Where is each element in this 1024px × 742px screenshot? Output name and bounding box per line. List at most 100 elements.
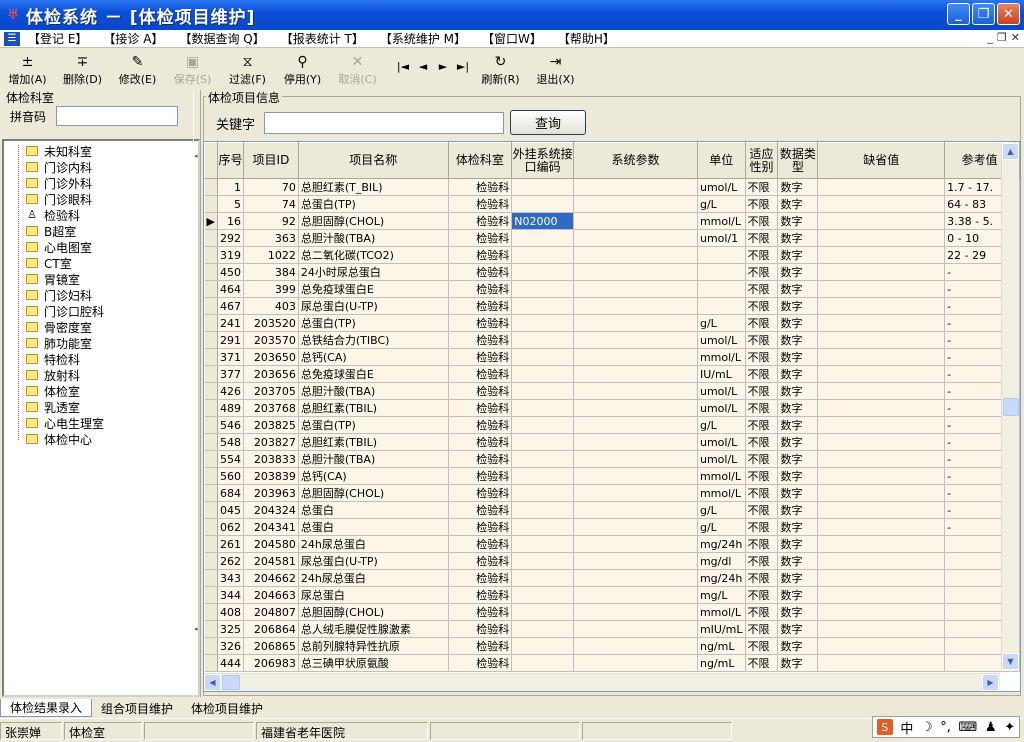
cell-col-2[interactable]: 总胆红素(T_BIL) [298,178,449,196]
cell-col-5[interactable] [573,586,698,604]
cell-col-3[interactable]: 检验科 [448,297,513,315]
cell-col-4[interactable] [511,416,575,434]
table-row[interactable]: 291 203570 总铁结合力(TIBC) 检验科 umol/L 不限 数字 - [204,331,1020,349]
cell-col-5[interactable] [573,467,698,485]
dept-item-0[interactable]: 未知科室 [4,143,198,159]
dept-item-10[interactable]: 门诊口腔科 [4,303,198,319]
table-row[interactable]: 546 203825 总蛋白(TP) 检验科 g/L 不限 数字 - [204,416,1020,434]
cell-col-6[interactable]: umol/L [697,433,746,451]
cell-col-5[interactable] [573,365,698,383]
col-header-3[interactable]: 体检科室 [447,142,513,179]
tab-1[interactable]: 组合项目维护 [92,699,182,717]
cell-col-8[interactable]: 数字 [777,433,819,451]
table-row[interactable]: 548 203827 总胆红素(TBIL) 检验科 umol/L 不限 数字 - [204,433,1020,451]
cell-col-9[interactable] [817,331,946,349]
cell-col-8[interactable]: 数字 [777,620,819,638]
cell-col-6[interactable]: mg/24h [697,535,746,553]
cell-col-9[interactable] [817,195,946,213]
cell-col-0[interactable]: 489 [217,399,244,417]
cell-col-2[interactable]: 总蛋白(TP) [298,416,449,434]
cell-col-5[interactable] [573,535,698,553]
cell-col-5[interactable] [573,433,698,451]
cell-col-5[interactable] [573,552,698,570]
cell-col-0[interactable]: 262 [217,552,244,570]
cell-col-6[interactable] [697,280,746,298]
horizontal-scroll-thumb[interactable] [222,675,240,690]
col-header-0[interactable]: 序号 [216,142,244,179]
cell-col-5[interactable] [573,654,698,672]
cell-col-5[interactable] [573,620,698,638]
toolbar-button-5[interactable]: ⚲ 停用(Y) [275,50,330,88]
close-button[interactable]: ✕ [997,3,1020,25]
cell-col-2[interactable]: 总免疫球蛋白E [298,365,449,383]
table-row[interactable]: 343 204662 24h尿总蛋白 检验科 mg/24h 不限 数字 [204,569,1020,587]
cell-col-6[interactable]: umol/L [697,382,746,400]
col-header-6[interactable]: 单位 [696,142,746,179]
cell-col-0[interactable]: 5 [217,195,244,213]
cell-col-9[interactable] [817,229,946,247]
cell-col-4[interactable] [511,484,575,502]
cell-col-7[interactable]: 不限 [745,484,779,502]
cell-col-5[interactable] [573,569,698,587]
table-row[interactable]: 371 203650 总钙(CA) 检验科 mmol/L 不限 数字 - [204,348,1020,366]
dept-item-13[interactable]: 特检科 [4,351,198,367]
cell-col-7[interactable]: 不限 [745,212,779,230]
vertical-scroll-thumb[interactable] [1003,398,1019,416]
table-row[interactable]: 408 204807 总胆固醇(CHOL) 检验科 mmol/L 不限 数字 [204,603,1020,621]
toolbar-button-4[interactable]: ⧖ 过滤(F) [220,50,275,88]
cell-col-3[interactable]: 检验科 [448,178,513,196]
cell-col-9[interactable] [817,569,946,587]
cell-col-7[interactable]: 不限 [745,620,779,638]
menu-item-3[interactable]: 【报表统计 T】 [277,30,376,47]
cell-col-3[interactable]: 检验科 [448,195,513,213]
cell-col-2[interactable]: 总铁结合力(TIBC) [298,331,449,349]
cell-col-2[interactable]: 尿总蛋白(U-TP) [298,297,449,315]
cell-col-4[interactable] [511,399,575,417]
table-row[interactable]: 5 74 总蛋白(TP) 检验科 g/L 不限 数字 64 - 83 [204,195,1020,213]
dept-item-4[interactable]: ♙ 检验科 [4,207,198,223]
cell-col-6[interactable]: mg/dl [697,552,746,570]
cell-col-5[interactable] [573,246,698,264]
cell-col-3[interactable]: 检验科 [448,382,513,400]
cell-col-3[interactable]: 检验科 [448,569,513,587]
cell-col-6[interactable]: mmol/L [697,212,746,230]
cell-col-5[interactable] [573,416,698,434]
cell-col-9[interactable] [817,433,946,451]
dept-item-6[interactable]: 心电图室 [4,239,198,255]
cell-col-9[interactable] [817,382,946,400]
dept-item-11[interactable]: 骨密度室 [4,319,198,335]
cell-col-0[interactable]: 292 [217,229,244,247]
cell-col-8[interactable]: 数字 [777,348,819,366]
cell-col-6[interactable] [697,297,746,315]
cell-col-3[interactable]: 检验科 [448,416,513,434]
cell-col-8[interactable]: 数字 [777,212,819,230]
cell-col-0[interactable]: 548 [217,433,244,451]
table-row[interactable]: 1 70 总胆红素(T_BIL) 检验科 umol/L 不限 数字 1.7 - 17. [204,178,1020,196]
table-row[interactable]: 262 204581 尿总蛋白(U-TP) 检验科 mg/dl 不限 数字 [204,552,1020,570]
cell-col-1[interactable]: 70 [243,178,299,196]
cell-col-3[interactable]: 检验科 [448,535,513,553]
cell-col-1[interactable]: 203833 [243,450,299,468]
cell-col-7[interactable]: 不限 [745,467,779,485]
menu-item-1[interactable]: 【接诊 A】 [99,30,175,47]
cell-col-4[interactable] [511,518,575,536]
cell-col-9[interactable] [817,416,946,434]
cell-col-6[interactable]: umol/1 [697,229,746,247]
ime-logo-icon[interactable]: S [876,719,893,735]
menu-item-6[interactable]: 【帮助H】 [554,30,627,47]
cell-col-1[interactable]: 204662 [243,569,299,587]
cell-col-5[interactable] [573,501,698,519]
cell-col-3[interactable]: 检验科 [448,637,513,655]
cell-col-1[interactable]: 203825 [243,416,299,434]
col-header-9[interactable]: 缺省值 [817,142,946,179]
cell-col-3[interactable]: 检验科 [448,399,513,417]
cell-col-7[interactable]: 不限 [745,229,779,247]
cell-col-3[interactable]: 检验科 [448,433,513,451]
cell-col-7[interactable]: 不限 [745,569,779,587]
cell-col-0[interactable]: 426 [217,382,244,400]
cell-col-2[interactable]: 24h尿总蛋白 [298,569,449,587]
cell-col-8[interactable]: 数字 [777,195,819,213]
cell-col-1[interactable]: 399 [243,280,299,298]
cell-col-7[interactable]: 不限 [745,518,779,536]
scroll-down-icon[interactable]: ▼ [1002,653,1019,670]
